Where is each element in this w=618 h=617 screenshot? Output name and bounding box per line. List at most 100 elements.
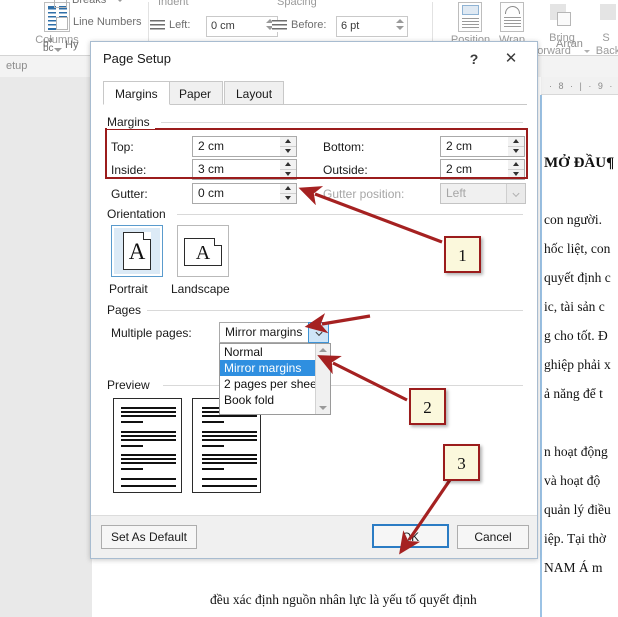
gutter-label: Gutter: <box>111 187 148 201</box>
outside-margin-spinner[interactable] <box>508 159 525 180</box>
screenshot-root: Columns Breaks Line Numbers ba bc Hy Ind… <box>0 0 618 617</box>
landscape-page-icon: A <box>184 238 222 266</box>
preview-page-left <box>113 398 182 493</box>
orientation-portrait-label[interactable]: Portrait <box>109 282 148 296</box>
doc-line: ic, tài sản c <box>544 292 618 321</box>
arrange-group-label: Arran <box>556 38 616 58</box>
multiple-pages-dropdown-list[interactable]: Normal Mirror margins 2 pages per sheet … <box>219 343 331 415</box>
gutter-input[interactable]: 0 cm <box>192 183 281 204</box>
document-heading: MỞ ĐẦU¶ <box>544 155 618 172</box>
portrait-page-icon: A <box>123 232 151 270</box>
spacing-before-value: 6 pt <box>341 20 359 32</box>
doc-line: quản lý điều <box>544 495 618 524</box>
top-margin-label: Top: <box>111 140 134 154</box>
doc-line: quyết định c <box>544 263 618 292</box>
spacing-before-icon <box>272 20 287 32</box>
dialog-tabstrip: Margins Paper Layout <box>103 81 527 105</box>
gutter-position-label: Gutter position: <box>323 187 404 201</box>
landscape-glyph: A <box>196 242 210 264</box>
dialog-title-bar[interactable]: Page Setup ? ✕ <box>91 42 537 77</box>
doc-line: ghiệp phải x <box>544 350 618 379</box>
margins-group-rule <box>161 122 523 123</box>
send-backward-icon <box>600 4 618 28</box>
indent-left-label: Left: <box>169 19 190 31</box>
multiple-pages-dropdown-icon[interactable] <box>308 322 329 343</box>
multiple-pages-select[interactable]: Mirror margins <box>219 322 329 343</box>
hyphenation-icon-2: bc <box>43 43 54 54</box>
ribbon-columns-label: Columns <box>20 34 94 46</box>
doc-line: g cho tốt. Đ <box>544 321 618 350</box>
inside-margin-input[interactable]: 3 cm <box>192 159 281 180</box>
text-wrap-icon <box>500 2 524 32</box>
gutter-position-dropdown-icon[interactable] <box>506 184 525 203</box>
portrait-page-corner <box>143 232 151 240</box>
annotation-badge-2: 2 <box>409 388 446 425</box>
indent-left-value: 0 cm <box>211 20 235 32</box>
annotation-badge-3: 3 <box>443 444 480 481</box>
dropdown-option-mirror-margins[interactable]: Mirror margins <box>220 360 330 376</box>
document-bottom-line: đều xác định nguồn nhân lực là yếu tố qu… <box>210 592 618 608</box>
doc-line: n hoạt động <box>544 437 618 466</box>
indent-left-icon <box>150 20 165 32</box>
outside-margin-label: Outside: <box>323 163 368 177</box>
ribbon-line-numbers-label: Line Numbers <box>73 16 141 28</box>
ribbon-hyphenation-label: Hy <box>65 39 78 51</box>
preview-group-rule <box>163 385 523 386</box>
page-setup-dialog: Page Setup ? ✕ Margins Paper Layout Marg… <box>90 41 538 559</box>
breaks-dropdown-arrow-icon[interactable] <box>117 0 123 2</box>
gutter-spinner[interactable] <box>280 183 297 204</box>
dropdown-scrollbar[interactable] <box>315 344 330 414</box>
landscape-page-corner <box>214 238 222 246</box>
pages-group-label: Pages <box>107 303 146 317</box>
help-icon[interactable]: ? <box>463 48 485 70</box>
inside-margin-label: Inside: <box>111 163 146 177</box>
dialog-title: Page Setup <box>103 51 171 66</box>
document-body: con người. hốc liệt, con quyết định c ic… <box>544 205 618 582</box>
outside-margin-input[interactable]: 2 cm <box>440 159 509 180</box>
spacing-before-label: Before: <box>291 19 326 31</box>
set-as-default-button[interactable]: Set As Default <box>101 525 197 549</box>
dialog-footer: Set As Default OK Cancel <box>91 515 537 558</box>
tab-layout[interactable]: Layout <box>224 81 284 105</box>
spacing-before-input[interactable]: 6 pt <box>336 16 408 37</box>
page-left-edge <box>540 95 542 617</box>
doc-line <box>544 408 618 437</box>
horizontal-ruler[interactable]: · 8 · | · 9 · | <box>541 77 618 95</box>
dropdown-option-2-pages-per-sheet[interactable]: 2 pages per sheet <box>220 376 330 392</box>
orientation-group-rule <box>177 214 523 215</box>
gutter-position-select[interactable]: Left <box>440 183 526 204</box>
bottom-margin-label: Bottom: <box>323 140 364 154</box>
spacing-before-spinner[interactable] <box>396 19 404 30</box>
doc-line: hốc liệt, con <box>544 234 618 263</box>
bottom-margin-input[interactable]: 2 cm <box>440 136 509 157</box>
doc-line: ả năng để t <box>544 379 618 408</box>
columns-dropdown-arrow-icon[interactable] <box>54 48 62 52</box>
orientation-group-label: Orientation <box>107 207 171 221</box>
orientation-landscape-tile[interactable]: A <box>177 225 229 277</box>
tab-paper[interactable]: Paper <box>167 81 223 105</box>
indent-left-input[interactable]: 0 cm <box>206 16 278 37</box>
ok-button[interactable]: OK <box>372 524 449 548</box>
orientation-landscape-label[interactable]: Landscape <box>171 282 230 296</box>
scroll-down-icon[interactable] <box>319 406 327 410</box>
cancel-button[interactable]: Cancel <box>457 525 529 549</box>
preview-group-label: Preview <box>107 378 155 392</box>
doc-line: con người. <box>544 205 618 234</box>
bottom-margin-spinner[interactable] <box>508 136 525 157</box>
scroll-up-icon[interactable] <box>319 348 327 352</box>
close-icon[interactable]: ✕ <box>499 48 523 70</box>
position-icon <box>458 2 482 32</box>
dropdown-option-normal[interactable]: Normal <box>220 344 330 360</box>
indent-header-label: Indent <box>158 0 189 8</box>
top-margin-input[interactable]: 2 cm <box>192 136 281 157</box>
orientation-portrait-tile[interactable]: A <box>111 225 163 277</box>
dropdown-option-book-fold[interactable]: Book fold <box>220 392 330 408</box>
top-margin-spinner[interactable] <box>280 136 297 157</box>
bring-forward-icon <box>550 4 572 28</box>
tab-margins[interactable]: Margins <box>103 81 170 105</box>
doc-line: và hoạt độ <box>544 466 618 495</box>
annotation-badge-1: 1 <box>444 236 481 273</box>
multiple-pages-label: Multiple pages: <box>111 326 192 340</box>
line-numbers-icon <box>56 17 68 30</box>
inside-margin-spinner[interactable] <box>280 159 297 180</box>
